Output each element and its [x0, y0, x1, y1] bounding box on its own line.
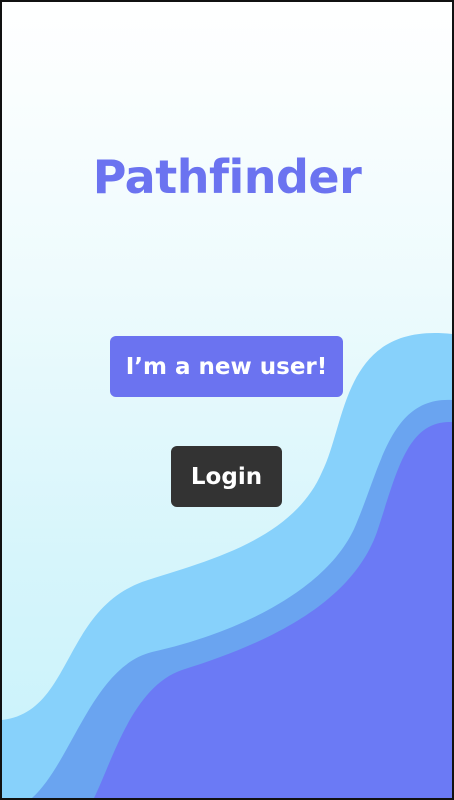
new-user-button[interactable]: I’m a new user!	[110, 336, 343, 397]
wave-background	[2, 333, 452, 798]
login-button[interactable]: Login	[171, 446, 282, 507]
app-title: Pathfinder	[92, 150, 362, 204]
welcome-screen: Pathfinder I’m a new user! Login	[0, 0, 454, 800]
